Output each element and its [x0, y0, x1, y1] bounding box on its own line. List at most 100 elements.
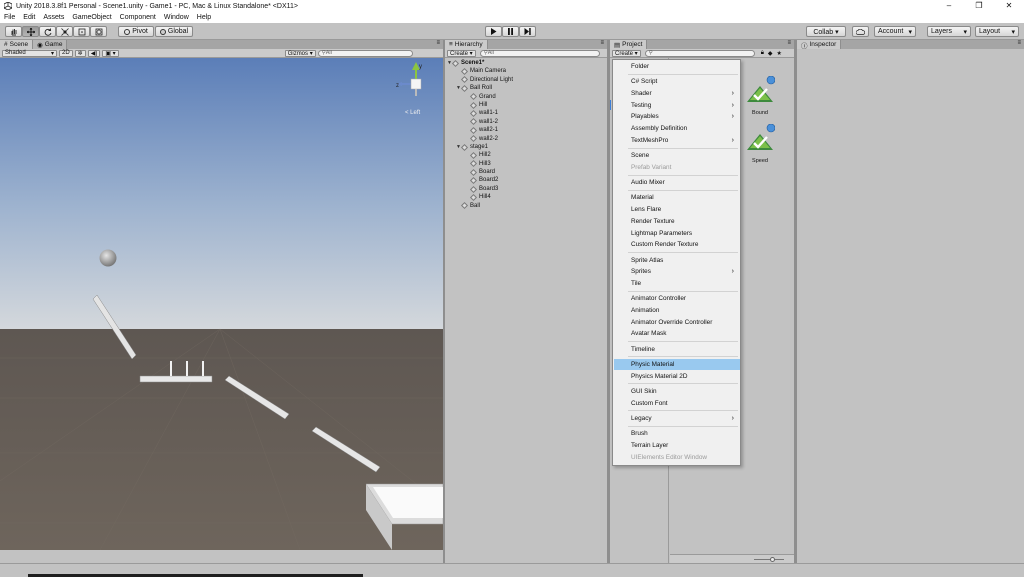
board-platform[interactable] [139, 375, 213, 383]
menu-item[interactable]: Timeline [614, 344, 740, 355]
ball-object[interactable] [99, 249, 117, 267]
menu-item[interactable]: Sprite Atlas [614, 255, 740, 266]
menu-item[interactable]: Custom Font [614, 398, 740, 409]
panel-menu-icon[interactable]: ≡ [1017, 40, 1021, 46]
menu-item[interactable]: Physic Material [614, 358, 740, 370]
gizmos-dropdown[interactable]: Gizmos ▾ [284, 49, 316, 57]
star-icon[interactable]: ★ [777, 50, 782, 57]
hierarchy-item[interactable]: ▼ Ball Roll [445, 84, 607, 92]
effects-dropdown[interactable]: ▣ ▾ [102, 49, 119, 57]
menu-file[interactable]: File [4, 14, 15, 21]
global-toggle[interactable]: Global [155, 26, 193, 37]
panel-divider[interactable] [794, 40, 797, 563]
zoom-slider-handle[interactable] [770, 557, 775, 562]
hierarchy-search-input[interactable]: ⚲ All [479, 49, 600, 57]
panel-divider[interactable] [607, 40, 610, 563]
tab-scene[interactable]: # Scene [0, 40, 34, 49]
tab-inspector[interactable]: ⓘ Inspector [797, 40, 842, 50]
gizmo-view-label[interactable]: < Left [405, 110, 421, 116]
layout-dropdown[interactable]: Layout ▾ [975, 26, 1019, 37]
asset-speed[interactable]: Speed [742, 123, 778, 164]
panel-menu-icon[interactable]: ≡ [436, 40, 440, 46]
lock-icon[interactable]: 🔒︎ [761, 50, 764, 57]
tab-hierarchy[interactable]: ≡ Hierarchy [445, 40, 488, 49]
menu-item[interactable]: Lens Flare [614, 204, 740, 215]
menu-item[interactable]: Avatar Mask [614, 328, 740, 339]
project-search-input[interactable]: ⚲ [644, 49, 755, 57]
hand-tool-button[interactable] [5, 26, 22, 37]
hierarchy-item[interactable]: Board2 [445, 176, 607, 185]
hierarchy-item[interactable]: Hill [445, 101, 607, 109]
layers-dropdown[interactable]: Layers ▾ [927, 26, 971, 37]
menu-item[interactable]: Animation [614, 305, 740, 316]
menu-item[interactable]: Render Texture [614, 216, 740, 227]
hierarchy-item[interactable]: ▼ Scene1* [445, 59, 607, 67]
menu-item[interactable]: Shader › [614, 88, 740, 99]
move-tool-button[interactable] [22, 26, 39, 37]
panel-divider[interactable] [443, 40, 445, 563]
toggle-2d-button[interactable]: 2D [59, 49, 73, 57]
menu-item[interactable]: Testing › [614, 100, 740, 111]
menu-item[interactable]: Tile [614, 278, 740, 289]
hierarchy-create-button[interactable]: Create ▾ [447, 49, 476, 57]
menu-edit[interactable]: Edit [23, 14, 35, 21]
hierarchy-item[interactable]: Grand [445, 93, 607, 101]
menu-gameobject[interactable]: GameObject [72, 14, 111, 21]
menu-item[interactable]: Assembly Definition [614, 123, 740, 134]
close-button[interactable]: ✕ [994, 0, 1024, 12]
hierarchy-item[interactable]: ▼ stage1 [445, 143, 607, 151]
menu-item[interactable]: C# Script [614, 76, 740, 87]
pause-button[interactable] [502, 26, 519, 37]
shading-mode-dropdown[interactable]: Shaded ▾ [2, 49, 57, 57]
hierarchy-item[interactable]: Directional Light [445, 76, 607, 84]
step-button[interactable] [519, 26, 536, 37]
tab-game[interactable]: ◉ Game [33, 40, 68, 49]
cloud-button[interactable] [852, 26, 869, 37]
hierarchy-item[interactable]: wall1-2 [445, 118, 607, 126]
menu-item[interactable]: Terrain Layer [614, 440, 740, 451]
menu-help[interactable]: Help [197, 14, 211, 21]
pivot-toggle[interactable]: Pivot [118, 26, 154, 37]
menu-item[interactable]: Physics Material 2D [614, 371, 740, 382]
hierarchy-item[interactable]: Board3 [445, 185, 607, 193]
scene-search-input[interactable]: ⚲ All [317, 49, 413, 57]
project-create-button[interactable]: Create ▾ [612, 49, 641, 57]
hierarchy-item[interactable]: Hill2 [445, 151, 607, 160]
menu-item[interactable]: Folder [614, 61, 740, 72]
rect-tool-button[interactable] [73, 26, 90, 37]
menu-item[interactable]: Audio Mixer [614, 177, 740, 188]
menu-item[interactable]: Custom Render Texture [614, 239, 740, 250]
panel-menu-icon[interactable]: ≡ [787, 40, 791, 46]
hierarchy-item[interactable]: Hill3 [445, 160, 607, 168]
hierarchy-item[interactable]: Board [445, 168, 607, 176]
transform-tool-button[interactable] [90, 26, 107, 37]
hierarchy-item[interactable]: wall1-1 [445, 109, 607, 118]
rotate-tool-button[interactable] [39, 26, 56, 37]
hierarchy-item[interactable]: Main Camera [445, 67, 607, 76]
menu-item[interactable]: Brush [614, 428, 740, 439]
hierarchy-item[interactable]: Hill4 [445, 193, 607, 201]
lighting-toggle[interactable]: ✲ [74, 49, 86, 57]
menu-item[interactable]: TextMeshPro › [614, 135, 740, 146]
menu-item[interactable]: Animator Override Controller [614, 317, 740, 328]
menu-item[interactable]: Scene [614, 150, 740, 161]
scene-viewport[interactable]: y z < Left [0, 58, 443, 550]
zoom-slider[interactable] [754, 559, 784, 560]
account-dropdown[interactable]: Account ▾ [874, 26, 916, 37]
menu-window[interactable]: Window [164, 14, 189, 21]
hierarchy-item[interactable]: Ball [445, 202, 607, 210]
menu-component[interactable]: Component [120, 14, 156, 21]
audio-toggle[interactable]: ◀) [87, 49, 101, 57]
hierarchy-item[interactable]: wall2-1 [445, 126, 607, 134]
menu-item[interactable]: Lightmap Parameters [614, 228, 740, 239]
menu-item[interactable]: Playables › [614, 111, 740, 122]
tab-project[interactable]: ▤ Project [610, 40, 648, 49]
menu-item[interactable]: Material [614, 192, 740, 203]
tag-icon[interactable]: ◆ [768, 50, 773, 57]
menu-item[interactable]: Legacy › [614, 413, 740, 424]
menu-assets[interactable]: Assets [43, 14, 64, 21]
maximize-button[interactable]: ❐ [964, 0, 994, 12]
scene-canvas[interactable]: y z < Left [0, 58, 443, 550]
hierarchy-item[interactable]: wall2-2 [445, 135, 607, 143]
menu-item[interactable]: Sprites › [614, 266, 740, 277]
